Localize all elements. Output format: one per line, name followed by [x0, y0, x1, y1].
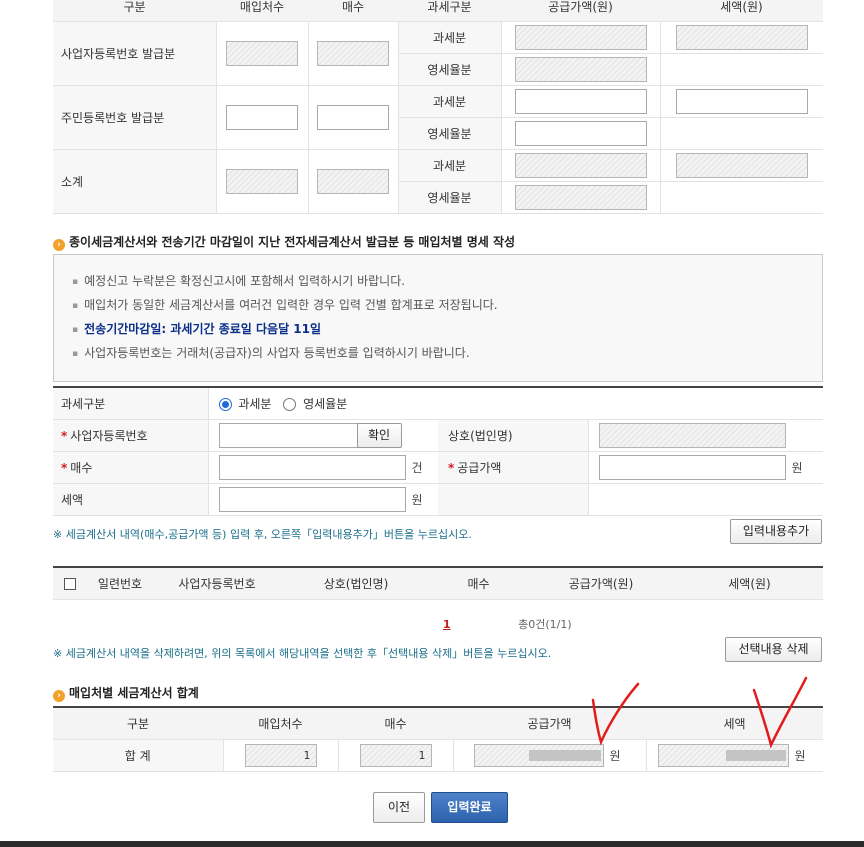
bullet-icon: › [53, 239, 65, 251]
redacted-value [725, 749, 786, 761]
tax-amount-input[interactable] [675, 88, 808, 114]
col-header: 세액(원) [676, 567, 823, 600]
col-header: 과세구분 [398, 0, 501, 22]
tax-unit: 원 [411, 492, 423, 507]
col-header: 매수 [431, 567, 526, 600]
tax-amount-field [675, 152, 808, 178]
supply-amount-field [514, 56, 647, 82]
col-header: 세액 [646, 707, 823, 740]
supply-amount-input[interactable] [514, 88, 647, 114]
section-title: › 매입처별 세금계산서 합계 [53, 684, 199, 702]
col-header: 구분 [53, 0, 216, 22]
sub-label: 영세율분 [397, 53, 501, 86]
bizno-label: * 사업자등록번호 [53, 419, 208, 452]
count-unit: 건 [411, 460, 423, 475]
supply-amount-field [514, 184, 647, 210]
row-label: 주민등록번호 발급분 [53, 85, 216, 150]
submit-button[interactable]: 입력완료 [431, 792, 508, 823]
sub-label: 영세율분 [397, 117, 501, 150]
col-header: 공급가액 [453, 707, 646, 740]
vendor-count-field [226, 168, 298, 194]
sum-supply-amount [473, 743, 604, 767]
bullet-icon: › [53, 690, 65, 702]
col-header: 구분 [53, 707, 223, 740]
notice-item: 사업자등록번호는 거래처(공급자)의 사업자 등록번호를 입력하시기 바랍니다. [72, 342, 804, 366]
notice-item: 예정신고 누락분은 확정신고시에 포함해서 입력하시기 바랍니다. [72, 270, 804, 294]
sub-label: 과세분 [397, 85, 501, 118]
vendor-count-field [226, 40, 298, 66]
confirm-button[interactable]: 확인 [356, 422, 402, 448]
col-header: 일련번호 [87, 567, 153, 600]
sum-table: 구분 매입처수 매수 공급가액 세액 합 계 1 1 원 원 [53, 706, 823, 772]
col-header: 매입처수 [223, 707, 338, 740]
count-input[interactable] [218, 454, 406, 480]
sum-tax-amount [657, 743, 789, 767]
notice-item: 매입처가 동일한 세금계산서를 여러건 입력한 경우 입력 건별 합계표로 저장… [72, 294, 804, 318]
delete-selected-button[interactable]: 선택내용 삭제 [725, 637, 822, 662]
page-link[interactable]: 1 [443, 618, 451, 631]
company-field [598, 422, 786, 448]
col-header: 세액(원) [660, 0, 823, 22]
col-header: 공급가액(원) [526, 567, 676, 600]
supply-unit: 원 [791, 460, 803, 475]
invoice-count-field [317, 168, 389, 194]
invoice-count-input[interactable] [317, 104, 389, 130]
sub-label: 영세율분 [397, 181, 501, 214]
redacted-value [528, 749, 601, 761]
bizno-input[interactable] [218, 422, 359, 448]
tax-type-label: 과세구분 [53, 387, 208, 420]
sum-tax-unit: 원 [794, 748, 806, 763]
vendor-count-input[interactable] [226, 104, 298, 130]
col-header: 상호(법인명) [281, 567, 431, 600]
entry-form: 과세구분 과세분 영세율분 * 사업자등록번호 확인 상호(법인명) * 매수 건 … [53, 386, 823, 516]
select-all-checkbox[interactable] [64, 577, 76, 590]
prev-button[interactable]: 이전 [373, 792, 425, 823]
radio-taxable[interactable] [218, 397, 232, 411]
sub-label: 과세분 [397, 21, 501, 54]
sub-label: 과세분 [397, 149, 501, 182]
notice-box: 예정신고 누락분은 확정신고시에 포함해서 입력하시기 바랍니다. 매입처가 동… [53, 254, 823, 382]
tax-input[interactable] [218, 486, 406, 512]
add-entry-button[interactable]: 입력내용추가 [730, 519, 822, 544]
delete-hint: ※ 세금계산서 내역을 삭제하려면, 위의 목록에서 해당내역을 선택한 후「선… [53, 647, 552, 660]
add-hint: ※ 세금계산서 내역(매수,공급가액 등) 입력 후, 오른쪽「입력내용추가」버… [53, 528, 472, 541]
row-label: 소계 [53, 149, 216, 214]
page-summary: 총0건(1/1) [518, 618, 572, 631]
count-label: * 매수 [53, 451, 208, 484]
col-header: 사업자등록번호 [153, 567, 281, 600]
pager: 1 총0건(1/1) [443, 616, 572, 632]
col-header: 공급가액(원) [501, 0, 660, 22]
radio-taxable-label: 과세분 [238, 396, 272, 411]
invoice-count-field [317, 40, 389, 66]
company-label: 상호(법인명) [438, 419, 588, 452]
sum-vendor-count: 1 [244, 743, 317, 767]
sum-invoice-count: 1 [359, 743, 432, 767]
sum-row-label: 합 계 [53, 739, 223, 772]
col-header: 매수 [308, 0, 398, 22]
tax-amount-field [675, 24, 808, 50]
row-label: 사업자등록번호 발급분 [53, 21, 216, 86]
supply-amount-input[interactable] [514, 120, 647, 146]
radio-zero-rate-label: 영세율분 [303, 396, 348, 411]
tax-label: 세액 [53, 483, 208, 516]
supply-label: * 공급가액 [438, 451, 588, 484]
section-title: › 종이세금계산서와 전송기간 마감일이 지난 전자세금계산서 발급분 등 매입처… [53, 233, 515, 251]
bottom-edge [0, 841, 864, 847]
supply-amount-field [514, 152, 647, 178]
supply-input[interactable] [598, 454, 786, 480]
col-header: 매수 [338, 707, 453, 740]
top-summary-table: 구분 매입처수 매수 과세구분 공급가액(원) 세액(원) 사업자등록번호 발급… [53, 0, 823, 214]
notice-item-deadline: 전송기간마감일: 과세기간 종료일 다음달 11일 [72, 318, 804, 342]
sum-supply-unit: 원 [609, 748, 621, 763]
col-header: 매입처수 [216, 0, 308, 22]
supply-amount-field [514, 24, 647, 50]
radio-zero-rate[interactable] [283, 397, 297, 411]
entry-list-table: 일련번호 사업자등록번호 상호(법인명) 매수 공급가액(원) 세액(원) [53, 566, 823, 600]
